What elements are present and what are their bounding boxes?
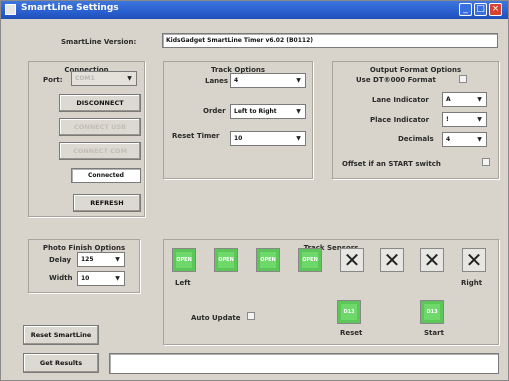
left-label: Left — [175, 279, 191, 287]
order-label: Order — [203, 107, 226, 115]
refresh-button[interactable]: REFRESH — [73, 194, 141, 212]
close-button[interactable]: × — [489, 3, 502, 16]
reset-timer-select[interactable]: 10 ▼ — [230, 131, 306, 146]
chevron-down-icon: ▼ — [296, 108, 301, 115]
start-sensor-label: Start — [424, 329, 444, 337]
results-status-field — [109, 353, 499, 374]
lane-indicator-select[interactable]: A ▼ — [442, 92, 487, 107]
app-icon — [5, 4, 16, 15]
reset-sensor: D13 — [337, 300, 361, 324]
chevron-down-icon: ▼ — [115, 275, 120, 282]
sensor-lane-1: OPEN — [172, 248, 196, 272]
output-format-title: Output Format Options — [366, 66, 465, 74]
version-field[interactable]: KidsGadget SmartLine Timer v6.02 (B0112) — [162, 33, 498, 48]
chevron-down-icon: ▼ — [477, 116, 482, 123]
reset-timer-label: Reset Timer — [172, 132, 220, 140]
lanes-label: Lanes — [205, 77, 229, 85]
connect-usb-button[interactable]: CONNECT USB — [59, 118, 141, 136]
width-select[interactable]: 10 ▼ — [77, 271, 125, 286]
minimize-button[interactable]: _ — [459, 3, 472, 16]
settings-window: SmartLine Settings _ □ × SmartLine Versi… — [0, 0, 509, 381]
connect-com-button[interactable]: CONNECT COM — [59, 142, 141, 160]
chevron-down-icon: ▼ — [296, 135, 301, 142]
sensor-lane-8: ✕ — [462, 248, 486, 272]
title-bar: SmartLine Settings _ □ × — [1, 1, 508, 19]
decimals-label: Decimals — [398, 135, 434, 143]
chevron-down-icon: ▼ — [477, 96, 482, 103]
offset-start-label: Offset if an START switch — [342, 160, 441, 168]
place-indicator-select[interactable]: ! ▼ — [442, 112, 487, 127]
decimals-select[interactable]: 4 ▼ — [442, 132, 487, 147]
place-indicator-label: Place Indicator — [370, 116, 430, 124]
order-select[interactable]: Left to Right ▼ — [230, 104, 306, 119]
chevron-down-icon: ▼ — [296, 77, 301, 84]
photo-finish-title: Photo Finish Options — [39, 244, 129, 252]
version-label: SmartLine Version: — [61, 38, 137, 46]
auto-update-label: Auto Update — [191, 314, 241, 322]
lanes-select[interactable]: 4 ▼ — [230, 73, 306, 88]
right-label: Right — [461, 279, 483, 287]
chevron-down-icon: ▼ — [127, 75, 132, 82]
delay-select[interactable]: 125 ▼ — [77, 252, 125, 267]
sensor-lane-4: OPEN — [298, 248, 322, 272]
dt-format-checkbox[interactable] — [459, 75, 467, 83]
delay-label: Delay — [49, 256, 72, 264]
sensor-lane-3: OPEN — [256, 248, 280, 272]
get-results-button[interactable]: Get Results — [23, 353, 99, 373]
lane-indicator-label: Lane Indicator — [372, 96, 429, 104]
dt-format-label: Use DT®000 Format — [356, 76, 436, 84]
sensor-lane-5: ✕ — [340, 248, 364, 272]
offset-start-checkbox[interactable] — [482, 158, 490, 166]
window-title: SmartLine Settings — [21, 3, 119, 13]
connection-status: Connected — [71, 168, 141, 183]
sensor-lane-6: ✕ — [380, 248, 404, 272]
auto-update-checkbox[interactable] — [247, 312, 255, 320]
port-label: Port: — [43, 76, 63, 84]
width-label: Width — [49, 274, 73, 282]
disconnect-button[interactable]: DISCONNECT — [59, 94, 141, 112]
sensor-lane-7: ✕ — [420, 248, 444, 272]
reset-smartline-button[interactable]: Reset SmartLine — [23, 325, 99, 345]
reset-sensor-label: Reset — [340, 329, 363, 337]
chevron-down-icon: ▼ — [115, 256, 120, 263]
chevron-down-icon: ▼ — [477, 136, 482, 143]
sensor-lane-2: OPEN — [214, 248, 238, 272]
start-sensor: D13 — [420, 300, 444, 324]
maximize-button[interactable]: □ — [474, 3, 487, 16]
port-select[interactable]: COM1 ▼ — [71, 71, 137, 86]
